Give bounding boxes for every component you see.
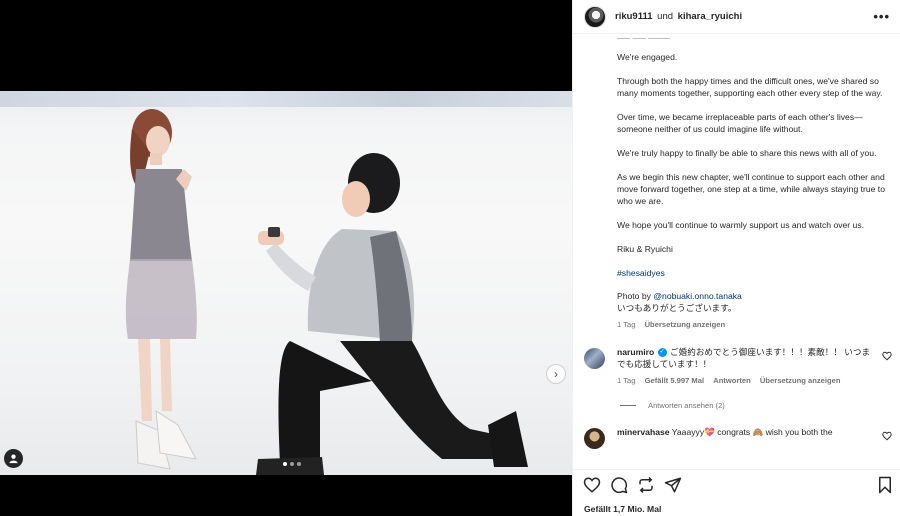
more-icon: ••• — [873, 9, 890, 24]
comment: narumiro ✓ ご婚約おめでとう御座います！！！素敵！！ いつまでも応援し… — [573, 346, 900, 387]
post-action-bar: Gefällt 1,7 Mio. Mal — [573, 469, 900, 516]
chevron-right-icon: › — [554, 367, 558, 381]
post-authors: riku9111 und kihara_ryuichi — [615, 11, 742, 22]
comment-likes[interactable]: Gefällt 5.997 Mal — [645, 376, 705, 385]
share-icon — [639, 476, 653, 494]
view-replies-label: Antworten ansehen (2) — [648, 401, 725, 410]
view-replies-button[interactable]: Antworten ansehen (2) — [573, 401, 900, 410]
caption-paragraph: Over time, we became irreplaceable parts… — [617, 112, 863, 134]
send-button[interactable] — [664, 476, 682, 494]
tagged-users-button[interactable] — [4, 449, 23, 468]
comment-text: ご婚約おめでとう御座います！！！素敵！！ いつまでも応援しています！！ — [617, 347, 871, 369]
comment-body: narumiro ✓ ご婚約おめでとう御座います！！！素敵！！ いつまでも応援し… — [617, 346, 872, 370]
replies-divider-line — [620, 405, 636, 406]
caption-meta: 1 Tag Übersetzung anzeigen — [617, 319, 886, 331]
comment-body: minervahase Yaaayyy💝 congrats 🙈 wish you… — [617, 426, 872, 438]
comment-avatar[interactable] — [584, 348, 605, 369]
bookmark-icon[interactable] — [877, 476, 893, 494]
caption-paragraph: We're engaged. — [617, 52, 678, 62]
carousel-dot-active — [283, 462, 287, 466]
like-button[interactable] — [583, 476, 601, 494]
comment-meta: 1 Tag Gefällt 5.997 Mal Antworten Überse… — [617, 375, 872, 387]
comment-text: Yaaayyy💝 congrats 🙈 wish you both the — [671, 427, 833, 437]
comment: minervahase Yaaayyy💝 congrats 🙈 wish you… — [573, 426, 900, 449]
comment-avatar[interactable] — [584, 428, 605, 449]
caption-time[interactable]: 1 Tag — [617, 320, 635, 329]
comment-like-heart-icon[interactable] — [882, 351, 892, 361]
heart-icon — [583, 477, 601, 493]
comment-reply-button[interactable]: Antworten — [713, 376, 751, 385]
caption-paragraph: We're truly happy to finally be able to … — [617, 148, 877, 158]
verified-badge-icon: ✓ — [657, 348, 667, 358]
comment-like-heart-icon[interactable] — [882, 431, 892, 441]
caption-paragraph: Through both the happy times and the dif… — [617, 76, 883, 98]
author-link-2[interactable]: kihara_ryuichi — [678, 11, 742, 22]
caption-japanese-line: いつもありがとうございます。 — [617, 303, 737, 313]
comment-button[interactable] — [610, 476, 628, 494]
send-icon — [664, 477, 682, 493]
user-tag-icon — [9, 454, 18, 464]
repost-button[interactable] — [637, 476, 655, 494]
post-action-icons — [583, 476, 682, 494]
author-link-1[interactable]: riku9111 — [615, 11, 653, 22]
more-options-button[interactable]: ••• — [873, 9, 890, 24]
hashtag-link[interactable]: #shesaidyes — [617, 267, 886, 279]
post-photo: › — [0, 91, 572, 475]
caption-signature: Riku & Ryuichi — [617, 244, 673, 254]
author-avatar[interactable] — [584, 5, 606, 28]
carousel-dot — [290, 462, 294, 466]
likes-count[interactable]: Gefällt 1,7 Mio. Mal — [584, 504, 661, 514]
photo-credit-prefix: Photo by — [617, 291, 654, 301]
caption-paragraph: We hope you'll continue to warmly suppor… — [617, 220, 865, 230]
caption-paragraph: As we begin this new chapter, we'll cont… — [617, 172, 885, 206]
proposal-illustration — [125, 109, 528, 475]
comments-scroll-area[interactable]: ___ ___ _____ We're engaged. Through bot… — [573, 35, 900, 469]
next-slide-button[interactable]: › — [546, 364, 566, 384]
author-connector: und — [657, 11, 674, 22]
carousel-indicators — [283, 462, 301, 466]
caption-translate-button[interactable]: Übersetzung anzeigen — [645, 320, 726, 329]
carousel-dot — [297, 462, 301, 466]
photographer-mention-link[interactable]: @nobuaki.onno.tanaka — [653, 291, 742, 301]
post-sidebar: riku9111 und kihara_ryuichi ••• ___ ___ … — [572, 0, 900, 516]
photo-credit: Photo by @nobuaki.onno.tanaka — [617, 290, 886, 302]
comment-username[interactable]: narumiro — [617, 347, 654, 357]
comment-icon — [611, 477, 628, 494]
caption-cutoff-line: ___ ___ _____ — [617, 35, 886, 43]
post-media: › — [0, 0, 572, 516]
comment-time[interactable]: 1 Tag — [617, 376, 635, 385]
comment-username[interactable]: minervahase — [617, 427, 670, 437]
post-header: riku9111 und kihara_ryuichi ••• — [573, 0, 900, 34]
post-caption: ___ ___ _____ We're engaged. Through bot… — [573, 35, 900, 331]
comment-translate-button[interactable]: Übersetzung anzeigen — [760, 376, 841, 385]
